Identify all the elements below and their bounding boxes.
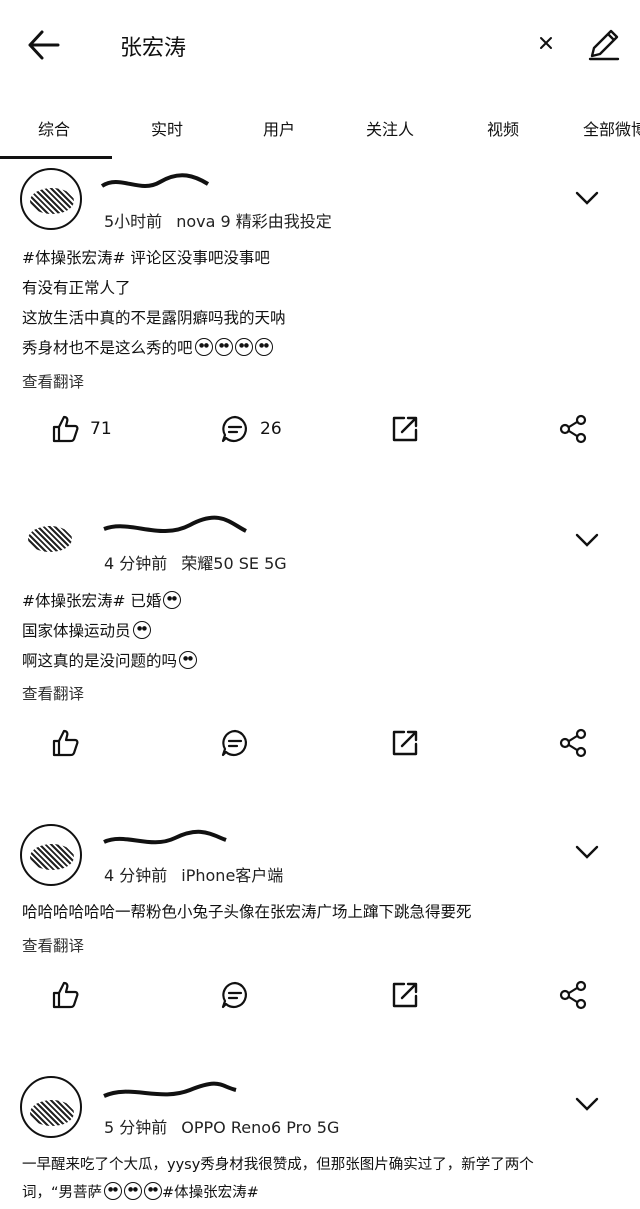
redacted-username	[100, 173, 210, 188]
post-source: nova 9 精彩由我投定	[176, 212, 332, 231]
post-text-line: #体操张宏涛# 评论区没事吧没事吧	[22, 249, 270, 267]
thumbs-up-icon	[52, 729, 79, 757]
tab-video[interactable]: 视频	[487, 116, 519, 140]
emoji-icon	[254, 338, 273, 356]
share-icon	[559, 980, 587, 1010]
tab-bar: 综合 实时 用户 关注人 视频 全部微博	[0, 104, 640, 160]
avatar[interactable]	[20, 1076, 82, 1138]
post-actions: 71 26	[0, 414, 640, 454]
post-actions	[0, 728, 640, 768]
post-time: 4 分钟前	[104, 554, 168, 573]
chevron-down-icon[interactable]	[574, 844, 600, 860]
thumbs-up-icon	[52, 981, 79, 1009]
like-count: 71	[90, 419, 112, 439]
chevron-down-icon[interactable]	[574, 190, 600, 206]
emoji-icon	[163, 591, 182, 609]
share-icon	[559, 414, 587, 444]
post-actions	[0, 980, 640, 1020]
like-button[interactable]: 71	[50, 414, 112, 444]
post-text-line: 这放生活中真的不是露阴癖吗我的天呐	[22, 309, 286, 327]
redacted-username	[103, 1081, 237, 1098]
tab-users[interactable]: 用户	[263, 116, 295, 140]
share-button[interactable]	[558, 414, 588, 444]
post-source: 荣耀50 SE 5G	[181, 554, 287, 573]
back-arrow-icon[interactable]	[26, 28, 62, 62]
emoji-icon	[124, 1182, 143, 1200]
thumbs-up-icon	[52, 415, 79, 443]
comment-icon	[221, 415, 247, 443]
chevron-down-icon[interactable]	[574, 1096, 600, 1112]
comment-button[interactable]: 26	[220, 414, 282, 444]
repost-icon	[392, 982, 418, 1008]
comment-button[interactable]	[220, 980, 250, 1010]
emoji-icon	[194, 338, 213, 356]
post-meta: 5 分钟前 OPPO Reno6 Pro 5G	[104, 1114, 339, 1138]
comment-count: 26	[260, 419, 282, 439]
emoji-icon	[179, 651, 198, 669]
post-meta: 4 分钟前 荣耀50 SE 5G	[104, 550, 287, 574]
emoji-icon	[214, 338, 233, 356]
translate-link[interactable]: 查看翻译	[22, 370, 84, 392]
translate-link[interactable]: 查看翻译	[22, 682, 84, 704]
post-text-line: 国家体操运动员	[22, 616, 151, 646]
avatar[interactable]	[20, 168, 82, 230]
translate-link[interactable]: 查看翻译	[22, 934, 84, 956]
repost-icon	[392, 730, 418, 756]
post-text-line: 秀身材也不是这么秀的吧	[22, 333, 273, 363]
post-meta: 5小时前 nova 9 精彩由我投定	[104, 208, 332, 232]
edit-icon[interactable]	[586, 26, 622, 62]
post-time: 4 分钟前	[104, 866, 168, 885]
emoji-icon	[132, 621, 151, 639]
tab-all[interactable]: 综合	[38, 116, 70, 140]
post-text-line: 一早醒来吃了个大瓜，yysy秀身材我很赞成，但那张图片确实过了，新学了两个	[22, 1157, 534, 1173]
post-text-line: #体操张宏涛# 已婚	[22, 586, 182, 616]
post-time: 5 分钟前	[104, 1118, 168, 1137]
post-meta: 4 分钟前 iPhone客户端	[104, 862, 283, 886]
post-source: iPhone客户端	[181, 866, 284, 885]
tab-all-weibo[interactable]: 全部微博	[583, 116, 640, 140]
post-time: 5小时前	[104, 212, 163, 231]
share-button[interactable]	[558, 980, 588, 1010]
post-text-line: 啊这真的是没问题的吗	[22, 646, 198, 676]
comment-button[interactable]	[220, 728, 250, 758]
repost-button[interactable]	[390, 980, 420, 1010]
comment-icon	[221, 729, 247, 757]
redacted-username	[103, 829, 227, 845]
emoji-icon	[104, 1182, 123, 1200]
repost-button[interactable]	[390, 414, 420, 444]
repost-button[interactable]	[390, 728, 420, 758]
emoji-icon	[144, 1182, 163, 1200]
redacted-username	[103, 515, 247, 534]
post-text-line: 有没有正常人了	[22, 279, 131, 297]
like-button[interactable]	[50, 980, 80, 1010]
post-text-line: 哈哈哈哈哈哈一帮粉色小兔子头像在张宏涛广场上蹿下跳急得要死	[22, 903, 472, 921]
post-source: OPPO Reno6 Pro 5G	[181, 1118, 340, 1137]
repost-icon	[392, 416, 418, 442]
clear-icon[interactable]	[536, 33, 556, 53]
post-text-line: 词，“男菩萨 #体操张宏涛#	[22, 1178, 259, 1208]
chevron-down-icon[interactable]	[574, 532, 600, 548]
like-button[interactable]	[50, 728, 80, 758]
emoji-icon	[234, 338, 253, 356]
share-icon	[559, 728, 587, 758]
search-header: 张宏涛	[0, 0, 640, 92]
comment-icon	[221, 981, 247, 1009]
avatar[interactable]	[20, 824, 82, 886]
avatar[interactable]	[20, 512, 82, 574]
tab-following[interactable]: 关注人	[366, 116, 414, 140]
tab-realtime[interactable]: 实时	[151, 116, 183, 140]
active-tab-indicator	[0, 156, 112, 159]
share-button[interactable]	[558, 728, 588, 758]
search-query[interactable]: 张宏涛	[120, 30, 186, 62]
